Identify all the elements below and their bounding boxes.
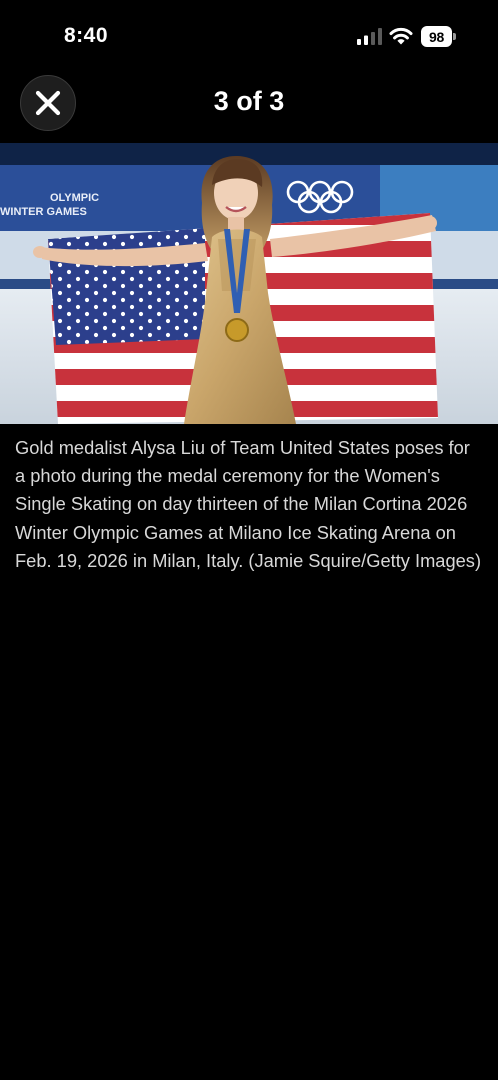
photo-illustration: OLYMPIC WINTER GAMES <box>0 143 498 424</box>
gallery-photo[interactable]: OLYMPIC WINTER GAMES <box>0 143 498 424</box>
status-time: 8:40 <box>64 24 109 47</box>
status-bar: 8:40 98 <box>0 0 498 62</box>
viewer-header: 3 of 3 <box>0 62 498 142</box>
cellular-signal-icon <box>357 28 382 45</box>
battery-icon: 98 <box>421 26 457 47</box>
wifi-icon <box>389 27 413 45</box>
battery-body: 98 <box>421 26 452 47</box>
battery-level: 98 <box>429 28 444 45</box>
battery-cap <box>453 33 456 40</box>
page-counter: 3 of 3 <box>213 86 285 116</box>
banner-text-line2: WINTER GAMES <box>0 206 87 218</box>
banner-text-line1: OLYMPIC <box>50 192 99 204</box>
photo-caption: Gold medalist Alysa Liu of Team United S… <box>15 437 482 571</box>
